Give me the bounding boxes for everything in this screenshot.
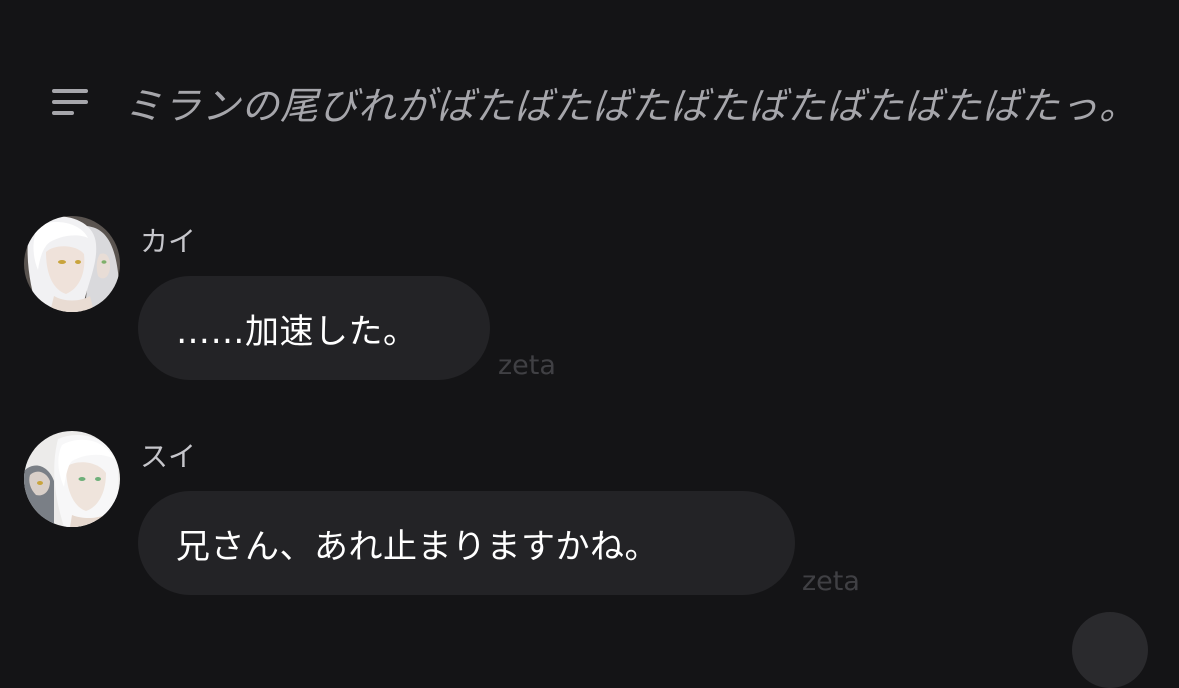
kai-avatar[interactable]: [24, 216, 120, 312]
message-bubble[interactable]: 兄さん、あれ止まりますかね。: [138, 491, 795, 595]
menu-lines-icon: [52, 87, 90, 117]
narration-row: ミランの尾びれがばたばたばたばたばたばたばたばたっ。: [52, 72, 1138, 132]
sender-name: スイ: [140, 440, 197, 473]
message-text: ……加速した。: [176, 311, 418, 352]
sender-name: カイ: [140, 225, 197, 258]
sui-avatar[interactable]: [24, 431, 120, 527]
watermark: zeta: [802, 566, 860, 597]
narration-text: ミランの尾びれがばたばたばたばたばたばたばたばたっ。: [124, 83, 1139, 128]
scroll-down-button[interactable]: [1072, 612, 1148, 688]
message-text: 兄さん、あれ止まりますかね。: [176, 526, 659, 567]
watermark: zeta: [498, 350, 556, 381]
message-bubble[interactable]: ……加速した。: [138, 276, 490, 380]
